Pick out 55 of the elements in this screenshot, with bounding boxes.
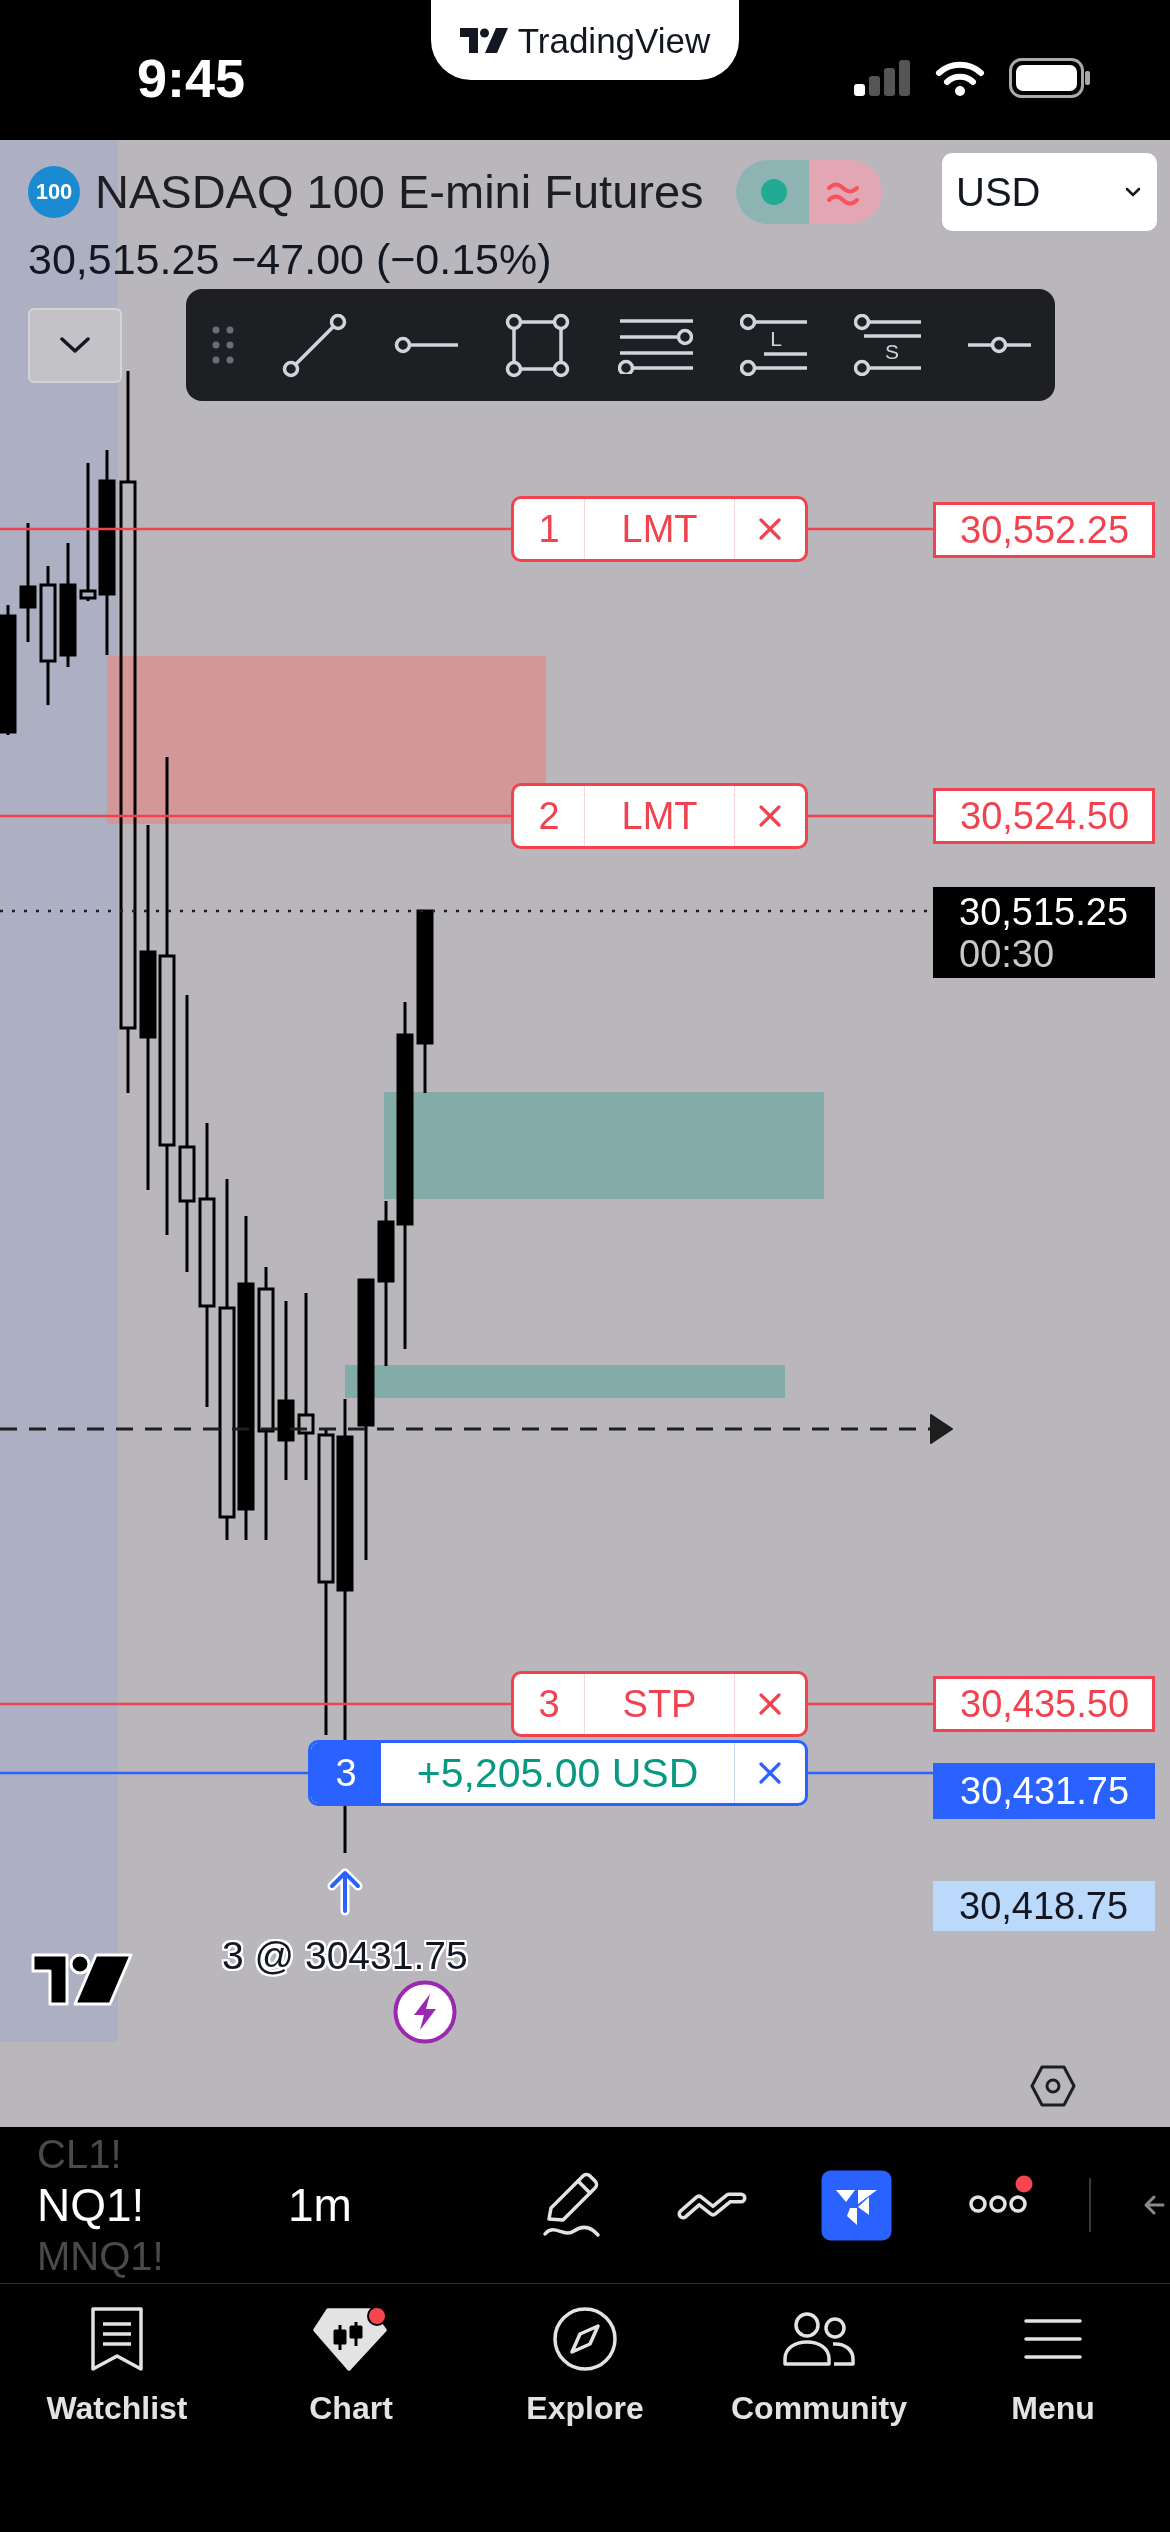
symbol-name[interactable]: NASDAQ 100 E-mini Futures	[95, 164, 704, 220]
close-icon[interactable]	[758, 804, 782, 828]
order-quantity: 1	[514, 499, 585, 559]
execution-label: 3 @ 30431.75	[222, 1936, 468, 1976]
last-price: 30,515.25	[959, 890, 1129, 933]
order-type: LMT	[620, 506, 699, 552]
mosaic-tile-icon[interactable]	[819, 2168, 893, 2242]
order-type: STP	[621, 1681, 698, 1727]
rectangle-icon[interactable]	[505, 312, 571, 378]
price-tag: 30,435.50	[933, 1676, 1155, 1732]
position-quantity: 3	[311, 1743, 381, 1803]
price-tag: 30,431.75	[933, 1763, 1155, 1819]
status-time: 9:45	[137, 51, 246, 105]
order-type: LMT	[620, 793, 699, 839]
parallel-lines-icon[interactable]	[617, 316, 693, 374]
order-label[interactable]: 1 LMT	[511, 496, 808, 562]
currency-select[interactable]: USD	[942, 153, 1157, 231]
left-arrow-icon[interactable]	[1142, 2193, 1165, 2217]
app-name: TradingView	[517, 22, 711, 58]
tab[interactable]: Chart	[234, 2284, 468, 2532]
price-tag: 30,524.50	[933, 788, 1155, 844]
position-label[interactable]: 3 +5,205.00 USD	[308, 1740, 808, 1806]
close-icon[interactable]	[758, 517, 782, 541]
price-change: 30,515.25 −47.00 (−0.15%)	[28, 235, 552, 283]
interval-button[interactable]: 1m	[288, 2178, 352, 2232]
logo-icon	[459, 27, 508, 53]
price-tag: 30,418.75	[933, 1881, 1155, 1931]
order-label[interactable]: 3 STP	[511, 1671, 808, 1737]
order-label[interactable]: 2 LMT	[511, 783, 808, 849]
chevron-down-icon	[60, 337, 90, 353]
position-pnl: +5,205.00 USD	[415, 1748, 700, 1798]
bar-countdown: 00:30	[959, 932, 1055, 975]
price-tag: 30,552.25	[933, 502, 1155, 558]
close-icon[interactable]	[758, 1692, 782, 1716]
horizontal-line-icon[interactable]	[968, 336, 1031, 354]
up-arrow-icon	[325, 1866, 365, 1916]
symbol-option[interactable]: NQ1!	[37, 2177, 145, 2233]
more-icon[interactable]	[967, 2175, 1034, 2215]
tab[interactable]: Explore	[468, 2284, 702, 2532]
settings-icon[interactable]	[1030, 2065, 1076, 2107]
drag-handle-icon[interactable]	[211, 325, 235, 365]
tab[interactable]: Watchlist	[0, 2284, 234, 2532]
battery-icon	[1009, 58, 1091, 98]
trend-line-icon[interactable]	[282, 312, 348, 378]
close-icon[interactable]	[758, 1761, 782, 1785]
lightning-icon[interactable]	[393, 1980, 457, 2044]
chevron-down-icon	[1125, 187, 1141, 197]
tab[interactable]: Community	[702, 2284, 936, 2532]
signal-icon	[854, 60, 911, 96]
order-quantity: 3	[514, 1674, 585, 1734]
wifi-icon	[935, 60, 985, 96]
horizontal-ray-icon[interactable]	[394, 336, 459, 354]
tab[interactable]: Menu	[936, 2284, 1170, 2532]
zigzag-icon[interactable]	[676, 2190, 747, 2220]
order-quantity: 2	[514, 786, 585, 846]
